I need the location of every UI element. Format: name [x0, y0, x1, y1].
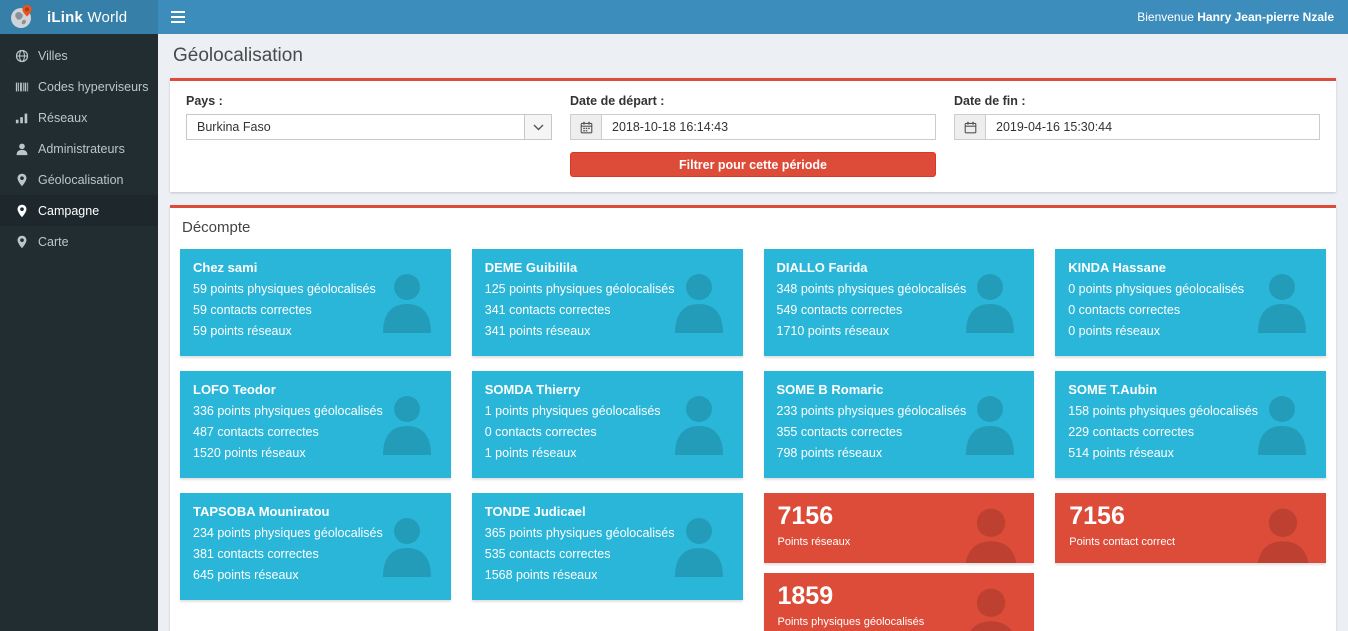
sidebar-item-codes-hyperviseurs[interactable]: Codes hyperviseurs: [0, 71, 158, 102]
calendar-icon[interactable]: [954, 114, 985, 140]
main-content: Géolocalisation Pays : Burkina Faso Date…: [158, 34, 1348, 631]
date-end-label: Date de fin :: [954, 94, 1320, 108]
map-marker-icon: [15, 235, 29, 249]
welcome-user-menu[interactable]: Bienvenue Hanry Jean-pierre Nzale: [1137, 10, 1348, 24]
sidebar-item-label: Villes: [38, 49, 68, 63]
person-silhouette-icon: [1252, 267, 1312, 333]
agent-card: SOMDA Thierry 1 points physiques géoloca…: [472, 371, 743, 478]
brand-bar: iLink World: [0, 0, 158, 34]
map-marker-icon: [15, 173, 29, 187]
person-silhouette-icon: [960, 267, 1020, 333]
agent-card: LOFO Teodor 336 points physiques géoloca…: [180, 371, 451, 478]
sidebar-item-carte[interactable]: Carte: [0, 226, 158, 257]
sidebar-item-label: Carte: [38, 235, 69, 249]
filter-field-date-end: Date de fin :: [954, 94, 1320, 177]
sidebar-item-geolocalisation[interactable]: Géolocalisation: [0, 164, 158, 195]
sidebar-item-villes[interactable]: Villes: [0, 40, 158, 71]
totals-stack: 7156 Points réseaux 1859 Points physique…: [764, 493, 1035, 631]
pays-selected-value: Burkina Faso: [187, 115, 524, 139]
filter-field-date-start: Date de départ : Filtrer pour cette péri…: [570, 94, 936, 177]
filter-box: Pays : Burkina Faso Date de départ : Fil…: [170, 78, 1336, 192]
person-silhouette-icon: [669, 389, 729, 455]
date-start-input[interactable]: [601, 114, 936, 140]
top-navbar: Bienvenue Hanry Jean-pierre Nzale: [158, 0, 1348, 34]
filter-field-pays: Pays : Burkina Faso: [186, 94, 552, 177]
app-title: iLink World: [47, 9, 127, 26]
person-silhouette-icon: [1250, 501, 1316, 563]
pays-label: Pays :: [186, 94, 552, 108]
agent-card: SOME T.Aubin 158 points physiques géoloc…: [1055, 371, 1326, 478]
person-silhouette-icon: [1252, 389, 1312, 455]
person-silhouette-icon: [669, 267, 729, 333]
date-start-label: Date de départ :: [570, 94, 936, 108]
globe-icon: [15, 49, 29, 63]
welcome-prefix: Bienvenue: [1137, 10, 1197, 24]
decompte-title: Décompte: [182, 219, 1328, 236]
sidebar-item-label: Réseaux: [38, 111, 87, 125]
chevron-down-icon: [524, 115, 551, 139]
user-icon: [15, 142, 29, 156]
sidebar-item-label: Codes hyperviseurs: [38, 80, 148, 94]
agent-card: KINDA Hassane 0 points physiques géoloca…: [1055, 249, 1326, 356]
sidebar-item-label: Administrateurs: [38, 142, 125, 156]
person-silhouette-icon: [669, 511, 729, 577]
decompte-box: Décompte Chez sami 59 points physiques g…: [170, 205, 1336, 631]
map-marker-icon: [15, 204, 29, 218]
total-card-points-physiques: 1859 Points physiques géolocalisés: [764, 573, 1035, 631]
sidebar-item-administrateurs[interactable]: Administrateurs: [0, 133, 158, 164]
agent-card: Chez sami 59 points physiques géolocalis…: [180, 249, 451, 356]
signal-bars-icon: [15, 111, 29, 125]
person-silhouette-icon: [960, 389, 1020, 455]
person-silhouette-icon: [377, 389, 437, 455]
barcode-icon: [15, 80, 29, 94]
agent-card: TAPSOBA Mouniratou 234 points physiques …: [180, 493, 451, 600]
person-silhouette-icon: [958, 581, 1024, 631]
pays-select[interactable]: Burkina Faso: [186, 114, 552, 140]
person-silhouette-icon: [377, 267, 437, 333]
person-silhouette-icon: [958, 501, 1024, 563]
total-card-points-contact: 7156 Points contact correct: [1055, 493, 1326, 563]
sidebar-item-label: Campagne: [38, 204, 99, 218]
person-silhouette-icon: [377, 511, 437, 577]
date-end-input[interactable]: [985, 114, 1320, 140]
welcome-username: Hanry Jean-pierre Nzale: [1197, 10, 1334, 24]
sidebar-item-campagne[interactable]: Campagne: [0, 195, 158, 226]
sidebar-toggle-hamburger-icon[interactable]: [158, 0, 198, 34]
sidebar: Villes Codes hyperviseurs Réseaux Admini…: [0, 34, 158, 631]
page-title: Géolocalisation: [173, 45, 1336, 67]
calendar-icon[interactable]: [570, 114, 601, 140]
sidebar-item-label: Géolocalisation: [38, 173, 123, 187]
agent-card: DIALLO Farida 348 points physiques géolo…: [764, 249, 1035, 356]
app-logo-globe-pin-icon: [9, 4, 35, 30]
agent-card: TONDE Judicael 365 points physiques géol…: [472, 493, 743, 600]
agent-card: DEME Guibilila 125 points physiques géol…: [472, 249, 743, 356]
agent-cards-grid: Chez sami 59 points physiques géolocalis…: [178, 249, 1328, 631]
agent-card: SOME B Romaric 233 points physiques géol…: [764, 371, 1035, 478]
sidebar-item-reseaux[interactable]: Réseaux: [0, 102, 158, 133]
total-card-points-reseaux: 7156 Points réseaux: [764, 493, 1035, 563]
filter-period-button[interactable]: Filtrer pour cette période: [570, 152, 936, 177]
